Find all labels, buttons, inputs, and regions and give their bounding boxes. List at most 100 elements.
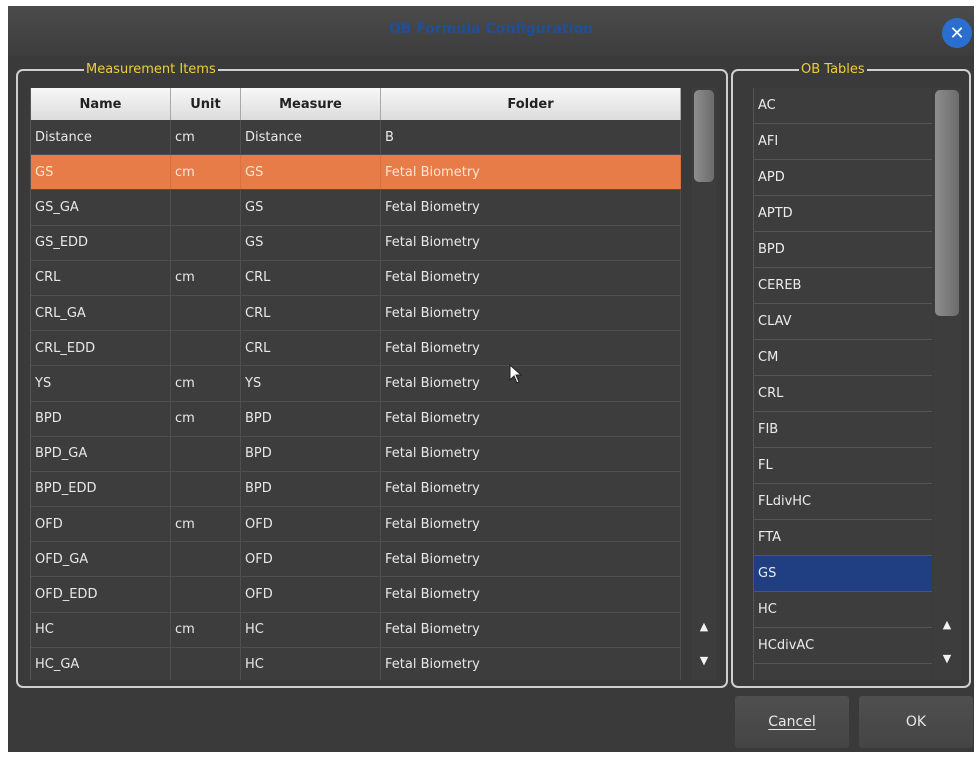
cell-folder: Fetal Biometry bbox=[381, 471, 681, 507]
cell-folder: Fetal Biometry bbox=[381, 366, 681, 401]
cell-measure: CRL bbox=[241, 295, 381, 331]
list-item[interactable]: AFI bbox=[754, 124, 932, 160]
cell-name: CRL bbox=[31, 260, 171, 295]
ob-tables-scrollbar[interactable]: ▲ ▼ bbox=[933, 88, 961, 680]
cell-unit bbox=[171, 295, 241, 331]
cell-name: OFD bbox=[31, 507, 171, 542]
table-row[interactable]: YS cm YS Fetal Biometry bbox=[31, 366, 681, 402]
table-row[interactable]: OFD_EDD OFD Fetal Biometry bbox=[31, 577, 681, 613]
cell-name: OFD_GA bbox=[31, 542, 171, 577]
scroll-down-arrow-icon[interactable]: ▼ bbox=[933, 650, 961, 668]
cell-measure: OFD bbox=[241, 542, 381, 577]
table-row[interactable]: GS cm GS Fetal Biometry bbox=[31, 155, 681, 191]
measurement-table-scrollbar[interactable]: ▲ ▼ bbox=[692, 88, 716, 680]
cell-name: BPD bbox=[31, 401, 171, 436]
cell-unit: cm bbox=[171, 401, 241, 436]
list-item[interactable]: CEREB bbox=[754, 268, 932, 304]
table-row[interactable]: CRL cm CRL Fetal Biometry bbox=[31, 260, 681, 296]
list-item[interactable]: CM bbox=[754, 340, 932, 376]
table-row[interactable]: BPD cm BPD Fetal Biometry bbox=[31, 401, 681, 437]
cell-name: GS_EDD bbox=[31, 225, 171, 260]
mouse-pointer-icon bbox=[509, 364, 523, 384]
close-button[interactable]: ✕ bbox=[942, 18, 972, 48]
close-icon: ✕ bbox=[949, 22, 965, 44]
cell-unit bbox=[171, 436, 241, 471]
cell-measure: GS bbox=[241, 155, 381, 190]
table-row[interactable]: HC_GA HC Fetal Biometry bbox=[31, 647, 681, 680]
cell-measure: BPD bbox=[241, 471, 381, 507]
dialog-title: OB Formula Configuration bbox=[388, 21, 594, 37]
column-header-folder[interactable]: Folder bbox=[381, 88, 681, 120]
list-item[interactable]: FTA bbox=[754, 520, 932, 556]
cell-folder: B bbox=[381, 120, 681, 155]
table-row[interactable]: HC cm HC Fetal Biometry bbox=[31, 612, 681, 648]
cell-unit: cm bbox=[171, 612, 241, 647]
cell-folder: Fetal Biometry bbox=[381, 542, 681, 577]
list-item[interactable]: BPD bbox=[754, 232, 932, 268]
cell-folder: Fetal Biometry bbox=[381, 647, 681, 680]
scrollbar-thumb[interactable] bbox=[694, 90, 714, 182]
cell-folder: Fetal Biometry bbox=[381, 577, 681, 612]
column-header-measure[interactable]: Measure bbox=[241, 88, 381, 120]
ob-tables-legend: OB Tables bbox=[801, 62, 865, 77]
list-item[interactable]: APTD bbox=[754, 196, 932, 232]
ob-tables-list: AC AFI APD APTD BPD CEREB CLAV CM CRL FIB FL FLdivH… bbox=[753, 88, 932, 680]
table-row[interactable]: BPD_EDD BPD Fetal Biometry bbox=[31, 471, 681, 508]
table-row[interactable]: OFD_GA OFD Fetal Biometry bbox=[31, 542, 681, 578]
table-header: Name Unit Measure Folder bbox=[31, 88, 681, 120]
scroll-up-arrow-icon[interactable]: ▲ bbox=[692, 618, 716, 636]
column-header-name[interactable]: Name bbox=[31, 88, 171, 120]
list-item[interactable]: APD bbox=[754, 160, 932, 196]
cell-name: GS bbox=[31, 155, 171, 190]
table-row[interactable]: OFD cm OFD Fetal Biometry bbox=[31, 507, 681, 543]
cell-name: CRL_EDD bbox=[31, 331, 171, 366]
list-item[interactable]: HC bbox=[754, 592, 932, 628]
cell-folder: Fetal Biometry bbox=[381, 331, 681, 366]
cell-name: BPD_GA bbox=[31, 436, 171, 471]
cell-measure: GS bbox=[241, 225, 381, 260]
cell-measure: Distance bbox=[241, 120, 381, 155]
cancel-button[interactable]: Cancel bbox=[735, 696, 849, 748]
scroll-down-arrow-icon[interactable]: ▼ bbox=[692, 652, 716, 670]
cell-measure: HC bbox=[241, 612, 381, 647]
cell-folder: Fetal Biometry bbox=[381, 190, 681, 225]
cell-unit bbox=[171, 471, 241, 507]
scroll-up-arrow-icon[interactable]: ▲ bbox=[933, 616, 961, 634]
table-row[interactable]: Distance cm Distance B bbox=[31, 120, 681, 156]
cell-folder: Fetal Biometry bbox=[381, 612, 681, 647]
cell-name: YS bbox=[31, 366, 171, 401]
measurement-items-legend: Measurement Items bbox=[86, 62, 216, 77]
cell-name: GS_GA bbox=[31, 190, 171, 225]
cell-folder: Fetal Biometry bbox=[381, 401, 681, 436]
list-item[interactable]: CLAV bbox=[754, 304, 932, 340]
list-item[interactable]: AC bbox=[754, 88, 932, 124]
ok-button-label: OK bbox=[905, 714, 927, 730]
ok-button[interactable]: OK bbox=[859, 696, 973, 748]
table-row[interactable]: CRL_GA CRL Fetal Biometry bbox=[31, 295, 681, 332]
list-item[interactable]: GS bbox=[754, 556, 932, 592]
cell-folder: Fetal Biometry bbox=[381, 260, 681, 295]
column-header-unit[interactable]: Unit bbox=[171, 88, 241, 120]
cell-unit bbox=[171, 331, 241, 366]
table-row[interactable]: BPD_GA BPD Fetal Biometry bbox=[31, 436, 681, 472]
list-item[interactable]: FLdivHC bbox=[754, 484, 932, 520]
cell-folder: Fetal Biometry bbox=[381, 507, 681, 542]
cell-name: BPD_EDD bbox=[31, 471, 171, 507]
list-item[interactable]: FIB bbox=[754, 412, 932, 448]
cell-measure: BPD bbox=[241, 436, 381, 471]
cell-measure: HC bbox=[241, 647, 381, 680]
list-item[interactable]: HCdivAC bbox=[754, 628, 932, 664]
list-item[interactable]: FL bbox=[754, 448, 932, 484]
cell-unit: cm bbox=[171, 366, 241, 401]
list-item[interactable]: CRL bbox=[754, 376, 932, 412]
cell-name: Distance bbox=[31, 120, 171, 155]
cell-name: HC bbox=[31, 612, 171, 647]
table-row[interactable]: GS_EDD GS Fetal Biometry bbox=[31, 225, 681, 261]
cell-unit: cm bbox=[171, 155, 241, 190]
table-row[interactable]: GS_GA GS Fetal Biometry bbox=[31, 190, 681, 226]
cell-name: OFD_EDD bbox=[31, 577, 171, 612]
cell-unit bbox=[171, 647, 241, 680]
cell-measure: OFD bbox=[241, 507, 381, 542]
scrollbar-thumb[interactable] bbox=[935, 90, 959, 316]
table-row[interactable]: CRL_EDD CRL Fetal Biometry bbox=[31, 331, 681, 367]
